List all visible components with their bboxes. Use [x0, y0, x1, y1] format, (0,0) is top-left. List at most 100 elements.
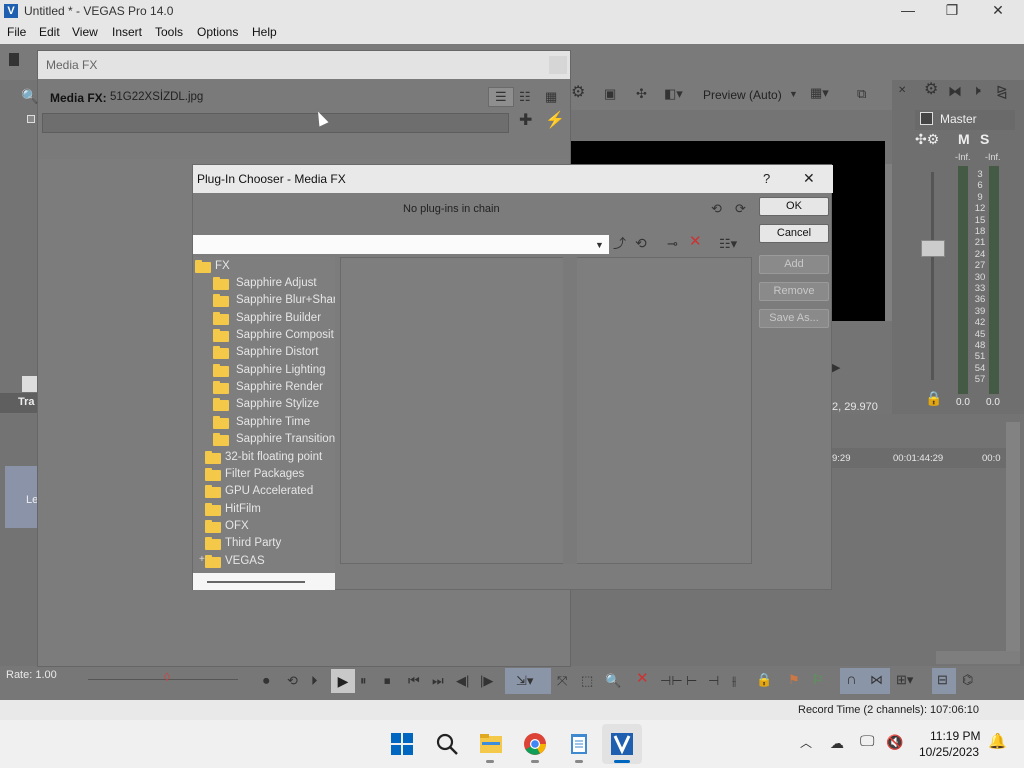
tree-item[interactable]: Sapphire Time — [193, 415, 335, 432]
auto-crossfade-icon[interactable]: ⋈ — [870, 673, 883, 687]
close-dialog-button[interactable]: ✕ — [803, 170, 815, 187]
clock-date[interactable]: 10/25/2023 — [919, 745, 979, 759]
master-bus-icon[interactable] — [920, 112, 933, 125]
tree-item[interactable]: OFX — [193, 519, 335, 536]
tree-item[interactable]: GPU Accelerated — [193, 484, 335, 501]
tree-item[interactable]: Sapphire Transition — [193, 432, 335, 449]
ripple-edit-icon[interactable]: ⊞▾ — [896, 673, 913, 687]
overlays-grid-icon[interactable]: ▦▾ — [810, 86, 829, 100]
envelope-tool-icon[interactable]: ⤧ — [557, 674, 567, 688]
delete-icon[interactable]: ✕ — [636, 671, 649, 686]
timeline-vscrollbar[interactable] — [1006, 422, 1020, 652]
clock-time[interactable]: 11:19 PM — [930, 729, 980, 743]
preview-mode-icon[interactable]: ◧▾ — [664, 87, 683, 101]
view-grid-icon[interactable]: ▦ — [545, 90, 557, 104]
tree-item[interactable]: HitFilm — [193, 502, 335, 519]
tree-item[interactable]: Third Party — [193, 536, 335, 553]
mixer-mute-icon[interactable]: ⧎ — [996, 84, 1008, 98]
split-icon[interactable]: ⫲ — [732, 674, 736, 688]
tree-item[interactable]: 32-bit floating point — [193, 450, 335, 467]
menu-options[interactable]: Options — [197, 25, 238, 39]
refresh-icon[interactable]: ⟲ — [635, 236, 647, 250]
chrome-icon[interactable] — [522, 731, 548, 757]
explorer-scroll-thumb[interactable] — [22, 376, 38, 392]
play-button[interactable]: ▶ — [331, 669, 355, 693]
menu-edit[interactable]: Edit — [39, 25, 60, 39]
track-tab-label[interactable]: Tra — [18, 396, 35, 408]
cancel-button[interactable]: Cancel — [759, 224, 829, 243]
mixer-insert-bus-icon[interactable]: ⧓ — [948, 84, 962, 98]
show-hidden-icons-chevron[interactable]: ︿ — [800, 736, 812, 750]
fader-lock-icon[interactable]: 🔒 — [925, 391, 942, 405]
plugin-search-field[interactable] — [193, 235, 609, 254]
network-cloud-icon[interactable]: ☁ — [830, 736, 844, 750]
tree-item[interactable]: Sapphire Stylize — [193, 397, 335, 414]
tree-item[interactable]: Sapphire Blur+Shar — [193, 293, 335, 310]
lock-icon[interactable]: 🔒 — [756, 673, 772, 687]
snapping-magnet-icon[interactable]: ∩ — [846, 672, 857, 687]
views-menu-icon[interactable]: ☷▾ — [719, 237, 737, 251]
trim-end-icon[interactable]: ⊣ — [708, 674, 719, 688]
go-to-start-icon[interactable]: ⏮ — [408, 674, 420, 688]
new-project-icon[interactable] — [9, 53, 19, 66]
tree-item[interactable]: Sapphire Adjust — [193, 276, 335, 293]
previous-frame-icon[interactable]: ◀| — [456, 674, 469, 688]
mixer-close-icon[interactable]: ✕ — [898, 84, 906, 98]
add-button[interactable]: Add — [759, 255, 829, 274]
save-as-button[interactable]: Save As... — [759, 309, 829, 328]
add-plugin-icon[interactable]: ✚ — [519, 113, 532, 129]
loop-playback-icon[interactable]: ⟲ — [287, 674, 298, 688]
plugin-list-vscrollbar[interactable] — [563, 257, 577, 564]
master-fader-handle[interactable] — [921, 240, 945, 257]
start-icon[interactable] — [389, 731, 415, 757]
folder-up-icon[interactable]: ⤴ — [613, 237, 626, 251]
ok-button[interactable]: OK — [759, 197, 829, 216]
pause-icon[interactable]: ⏸ — [360, 674, 367, 688]
lock-envelopes-icon[interactable]: ⌬ — [962, 673, 973, 687]
search-icon[interactable]: 🔍 — [21, 89, 38, 103]
event-pan-crop-icon[interactable]: ⊟ — [937, 673, 948, 687]
marker-icon[interactable]: ⚑ — [788, 673, 800, 687]
tree-expand-icon[interactable]: + — [199, 554, 205, 565]
tree-root-fx[interactable]: FX — [193, 259, 335, 276]
mixer-speaker-icon[interactable]: 🕨 — [972, 83, 981, 97]
delete-plugin-icon[interactable]: ✕ — [689, 234, 702, 249]
maximize-button[interactable]: ❐ — [932, 2, 972, 21]
tree-item[interactable]: Sapphire Builder — [193, 311, 335, 328]
minimize-button[interactable]: — — [888, 2, 928, 21]
monitor-icon[interactable]: 🖵 — [860, 734, 874, 749]
view-details-icon[interactable]: ☷ — [519, 90, 531, 104]
preview-quality-chevron-icon[interactable]: ▼ — [789, 87, 798, 101]
close-window-button[interactable]: ✕ — [978, 2, 1018, 21]
tree-item[interactable]: Sapphire Distort — [193, 345, 335, 362]
tree-item[interactable]: Sapphire Render — [193, 380, 335, 397]
speaker-muted-icon[interactable]: 🔇 — [886, 735, 903, 749]
taskbar-search-icon[interactable] — [434, 731, 460, 757]
remove-plugin-icon[interactable]: ⚡ — [545, 113, 565, 129]
record-icon[interactable]: ⏺ — [263, 674, 270, 688]
preview-play-icon[interactable]: ▶ — [832, 361, 840, 375]
notification-bell-icon[interactable]: 🔔 — [988, 734, 1007, 749]
fx-chain-expander[interactable] — [27, 115, 35, 123]
mixer-settings-icon[interactable]: ⚙ — [924, 82, 938, 98]
normal-edit-tool-icon[interactable]: ⇲▾ — [516, 674, 533, 688]
chain-reorder-left-icon[interactable]: ⟲ — [711, 202, 722, 216]
master-solo-button[interactable]: S — [980, 131, 989, 147]
tree-item[interactable]: Sapphire Composit — [193, 328, 335, 345]
tree-item[interactable]: Filter Packages — [193, 467, 335, 484]
stop-icon[interactable]: ⏹ — [384, 674, 391, 688]
next-frame-icon[interactable]: |▶ — [480, 674, 493, 688]
menu-tools[interactable]: Tools — [155, 25, 183, 39]
selection-tool-icon[interactable]: ⬚ — [581, 674, 593, 688]
master-mute-button[interactable]: M — [958, 131, 970, 147]
search-dropdown-chevron-icon[interactable]: ▼ — [595, 238, 604, 252]
vegas-pro-icon[interactable] — [609, 731, 635, 757]
region-icon[interactable]: ⚐ — [812, 673, 824, 687]
preview-quality-dropdown[interactable]: Preview (Auto) — [703, 88, 782, 102]
preview-settings-icon[interactable]: ⚙ — [571, 85, 585, 101]
chain-reorder-right-icon[interactable]: ⟳ — [735, 202, 746, 216]
split-screen-icon[interactable]: ✣ — [636, 87, 647, 101]
timeline-hscrollbar[interactable] — [936, 651, 1020, 664]
help-button[interactable]: ? — [763, 171, 770, 186]
tree-item[interactable]: Sapphire Lighting — [193, 363, 335, 380]
